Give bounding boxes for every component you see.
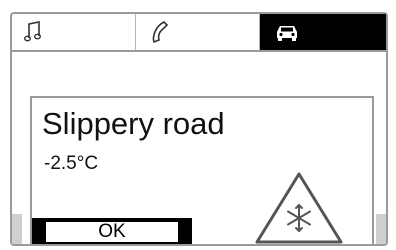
ok-button-label: OK <box>46 222 178 242</box>
ok-button[interactable]: OK <box>32 218 192 244</box>
tab-phone[interactable] <box>136 14 260 50</box>
dialog-title: Slippery road <box>42 106 225 141</box>
scroll-stripe-left <box>12 214 22 244</box>
outside-temperature: -2.5°C <box>44 153 99 174</box>
phone-icon <box>152 21 169 44</box>
car-icon <box>277 26 297 41</box>
tab-audio[interactable] <box>12 14 136 50</box>
tab-vehicle[interactable] <box>260 14 386 50</box>
snowflake-warning-triangle-icon <box>255 172 343 244</box>
scroll-stripe-right <box>376 214 386 244</box>
tab-bar <box>12 14 386 52</box>
music-note-icon <box>24 21 41 42</box>
display-screen: Slippery road -2.5°C OK <box>10 12 388 246</box>
warning-dialog: Slippery road -2.5°C OK <box>30 96 374 246</box>
